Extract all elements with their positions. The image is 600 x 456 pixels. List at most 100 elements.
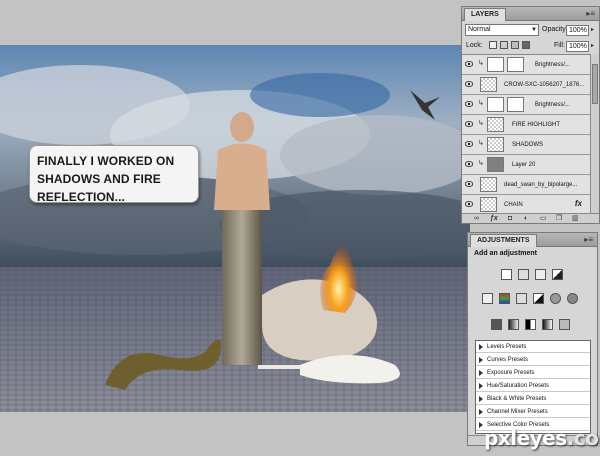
disclosure-triangle-icon[interactable] — [479, 357, 483, 363]
watermark-text: pxleyes — [484, 426, 567, 450]
lock-label: Lock: — [466, 42, 483, 49]
panel-menu-icon[interactable]: ▸≡ — [584, 235, 593, 244]
layer-row[interactable]: ↳ Brightness/... — [462, 95, 590, 115]
vibrance-icon[interactable] — [482, 293, 493, 304]
callout-line2: SHADOWS AND FIRE — [37, 172, 161, 186]
preset-item[interactable]: Channel Mixer Presets — [476, 406, 590, 418]
layers-scrollbar[interactable] — [590, 54, 599, 215]
layer-row[interactable]: ↳ SHADOWS — [462, 135, 590, 155]
eye-icon[interactable] — [465, 141, 473, 147]
layer-name: dead_swan_by_bipolarge... — [504, 182, 578, 188]
disclosure-triangle-icon[interactable] — [479, 370, 483, 376]
fill-value: 100% — [569, 43, 587, 50]
layer-row[interactable]: CHAIN fx — [462, 195, 590, 215]
new-group-icon[interactable]: ▭ — [540, 215, 547, 223]
fill-arrow-icon[interactable]: ▸ — [591, 42, 594, 49]
layer-name: SHADOWS — [512, 142, 544, 148]
disclosure-triangle-icon[interactable] — [479, 396, 483, 402]
levels-icon[interactable] — [518, 269, 529, 280]
preset-item[interactable]: Black & White Presets — [476, 393, 590, 405]
eye-icon[interactable] — [465, 201, 473, 207]
opacity-arrow-icon[interactable]: ▸ — [591, 26, 594, 33]
new-layer-icon[interactable]: ❐ — [556, 215, 562, 223]
photo-filter-icon[interactable] — [550, 293, 561, 304]
invert-icon[interactable] — [491, 319, 502, 330]
preset-item[interactable]: Hue/Saturation Presets — [476, 380, 590, 392]
lock-pixels-icon[interactable] — [500, 41, 508, 49]
layer-row[interactable]: ↳ Brightness/... — [462, 55, 590, 75]
link-layers-icon[interactable]: ∞ — [474, 215, 479, 223]
layer-name: CROW-SXC-1056207_1876... — [504, 82, 585, 88]
preset-label: Curves Presets — [487, 357, 529, 363]
channel-mixer-icon[interactable] — [567, 293, 578, 304]
black-white-icon[interactable] — [533, 293, 544, 304]
lock-position-icon[interactable] — [511, 41, 519, 49]
layer-row[interactable]: ↳ Layer 20 — [462, 155, 590, 175]
layer-thumb — [487, 117, 504, 132]
hue-saturation-icon[interactable] — [499, 293, 510, 304]
layer-row[interactable]: ↳ FIRE HIGHLIGHT — [462, 115, 590, 135]
panel-menu-icon[interactable]: ▸≡ — [586, 9, 595, 18]
color-balance-icon[interactable] — [516, 293, 527, 304]
layer-list: ↳ Brightness/... CROW-SXC-1056207_1876..… — [462, 54, 590, 215]
preset-item[interactable]: Levels Presets — [476, 341, 590, 353]
fill-field[interactable]: 100% — [566, 41, 589, 52]
layer-thumb — [480, 77, 497, 92]
callout-line1: FINALLY I WORKED ON — [37, 154, 175, 168]
preset-label: Levels Presets — [487, 344, 527, 350]
eye-icon[interactable] — [465, 81, 473, 87]
layer-name: FIRE HIGHLIGHT — [512, 122, 561, 128]
preset-label: Hue/Saturation Presets — [487, 383, 550, 389]
layers-panel: LAYERS ▸≡ Normal ▼ Opacity: 100% ▸ Lock:… — [461, 6, 600, 224]
blend-mode-select[interactable]: Normal ▼ — [465, 24, 539, 36]
document-canvas[interactable]: FINALLY I WORKED ON SHADOWS AND FIRE REF… — [0, 45, 470, 412]
eye-icon[interactable] — [465, 161, 473, 167]
disclosure-triangle-icon[interactable] — [479, 383, 483, 389]
adjustment-thumb-icon — [487, 57, 504, 72]
posterize-icon[interactable] — [508, 319, 519, 330]
eye-icon[interactable] — [465, 181, 473, 187]
clip-arrow-icon: ↳ — [478, 140, 484, 147]
add-mask-icon[interactable]: ◘ — [508, 215, 512, 223]
layer-thumb — [487, 157, 504, 172]
chevron-down-icon: ▼ — [531, 27, 537, 33]
layer-thumb — [480, 177, 497, 192]
disclosure-triangle-icon[interactable] — [479, 344, 483, 350]
layer-thumb — [487, 137, 504, 152]
eye-icon[interactable] — [465, 61, 473, 67]
pxleyes-watermark: pxleyes.com — [484, 426, 600, 450]
curves-icon[interactable] — [535, 269, 546, 280]
preset-label: Exposure Presets — [487, 370, 535, 376]
tab-adjustments[interactable]: ADJUSTMENTS — [470, 234, 537, 247]
adjustments-tabbar: ADJUSTMENTS ▸≡ — [468, 233, 597, 247]
opacity-field[interactable]: 100% — [566, 25, 589, 36]
layer-name: Layer 20 — [512, 162, 536, 168]
lock-all-icon[interactable] — [522, 41, 530, 49]
lock-transparency-icon[interactable] — [489, 41, 497, 49]
gradient-map-icon[interactable] — [542, 319, 553, 330]
preset-item[interactable]: Exposure Presets — [476, 367, 590, 379]
eye-icon[interactable] — [465, 121, 473, 127]
callout-line3: REFLECTION... — [37, 190, 125, 204]
trash-icon[interactable]: ▥ — [572, 215, 579, 223]
scrollbar-thumb[interactable] — [592, 64, 598, 104]
add-style-icon[interactable]: ƒx — [490, 215, 498, 223]
layer-row[interactable]: CROW-SXC-1056207_1876... — [462, 75, 590, 95]
clip-arrow-icon: ↳ — [478, 120, 484, 127]
layers-tabbar: LAYERS ▸≡ — [462, 7, 599, 21]
brightness-contrast-icon[interactable] — [501, 269, 512, 280]
exposure-icon[interactable] — [552, 269, 563, 280]
fx-badge[interactable]: fx — [575, 199, 582, 208]
disclosure-triangle-icon[interactable] — [479, 422, 483, 428]
watermark-suffix: .com — [566, 426, 600, 450]
new-adjustment-icon[interactable]: ◐ — [524, 215, 528, 223]
tab-layers[interactable]: LAYERS — [464, 8, 506, 21]
layers-footer: ∞ ƒx ◘ ◐ ▭ ❐ ▥ — [462, 213, 599, 223]
layer-name: Brightness/... — [535, 62, 571, 68]
preset-item[interactable]: Curves Presets — [476, 354, 590, 366]
layer-row[interactable]: dead_swan_by_bipolarge... — [462, 175, 590, 195]
eye-icon[interactable] — [465, 101, 473, 107]
selective-color-icon[interactable] — [559, 319, 570, 330]
disclosure-triangle-icon[interactable] — [479, 409, 483, 415]
threshold-icon[interactable] — [525, 319, 536, 330]
